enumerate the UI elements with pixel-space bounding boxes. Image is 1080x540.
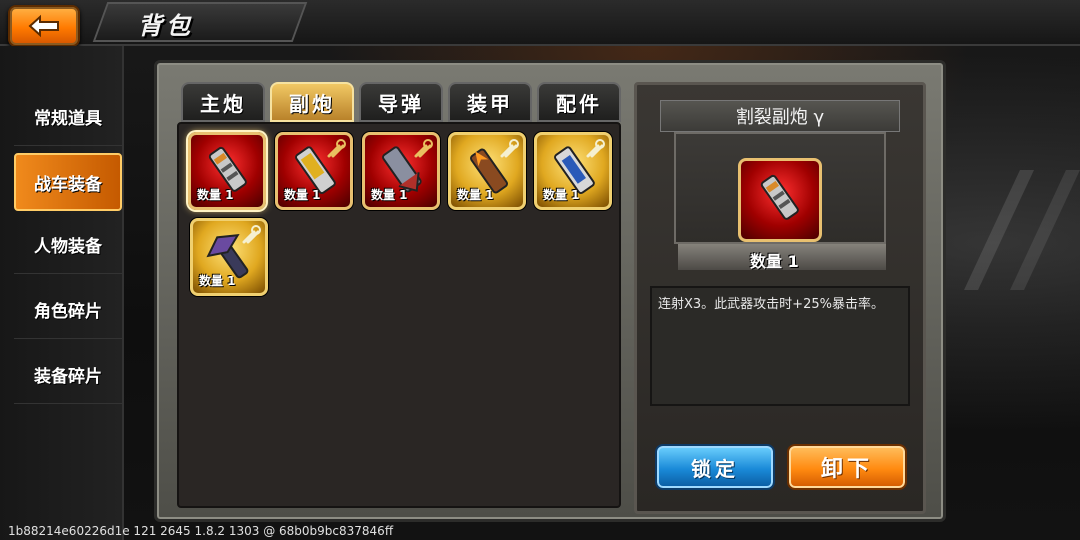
quantity-label: 数量 1 [199, 274, 236, 288]
debug-info: 1b88214e60226d1e 121 2645 1.8.2 1303 @ 6… [8, 524, 394, 538]
page-title: 背包 [138, 12, 194, 40]
inventory-slot[interactable]: 数量 1 [448, 132, 526, 210]
quantity-label: 数量 1 [543, 188, 580, 202]
tab-main-cannon[interactable]: 主炮 [181, 82, 265, 122]
quantity-label: 数量 1 [197, 188, 234, 202]
sidebar-item-character-equipment[interactable]: 人物装备 [14, 216, 122, 274]
inventory-slot[interactable]: 数量 1 [362, 132, 440, 210]
tab-armor[interactable]: 装甲 [448, 82, 532, 122]
lock-button[interactable]: 锁定 [655, 444, 775, 490]
sidebar-item-regular-items[interactable]: 常规道具 [14, 88, 122, 146]
wrench-icon [500, 139, 519, 158]
inventory-slot[interactable]: 数量 1 [275, 132, 353, 210]
quantity-label: 数量 1 [284, 188, 321, 202]
item-preview-slot [738, 158, 822, 242]
wrench-icon [242, 225, 261, 244]
wrench-icon [586, 139, 605, 158]
back-button[interactable] [8, 5, 80, 47]
inventory-slot[interactable]: 数量 1 [190, 218, 268, 296]
unequip-button[interactable]: 卸下 [787, 444, 907, 490]
item-name: 割裂副炮 γ [660, 100, 900, 132]
sidebar-item-character-fragments[interactable]: 角色碎片 [14, 281, 122, 339]
inventory-slot[interactable]: 数量 1 [534, 132, 612, 210]
sidebar-item-vehicle-equipment[interactable]: 战车装备 [14, 153, 122, 211]
tab-secondary-cannon[interactable]: 副炮 [270, 82, 354, 122]
inventory-slot[interactable]: 数量 1 [188, 132, 266, 210]
sidebar-item-equipment-fragments[interactable]: 装备碎片 [14, 346, 122, 404]
tab-missile[interactable]: 导弹 [359, 82, 443, 122]
wrench-icon [327, 139, 346, 158]
item-description: 连射X3。此武器攻击时+25%暴击率。 [650, 286, 910, 406]
back-arrow-icon [28, 14, 59, 38]
quantity-label: 数量 1 [457, 188, 494, 202]
item-quantity: 数量 1 [750, 252, 799, 271]
tab-accessory[interactable]: 配件 [537, 82, 621, 122]
cannon-icon [760, 174, 799, 220]
quantity-label: 数量 1 [371, 188, 408, 202]
wrench-icon [414, 139, 433, 158]
title-plate [92, 2, 308, 42]
